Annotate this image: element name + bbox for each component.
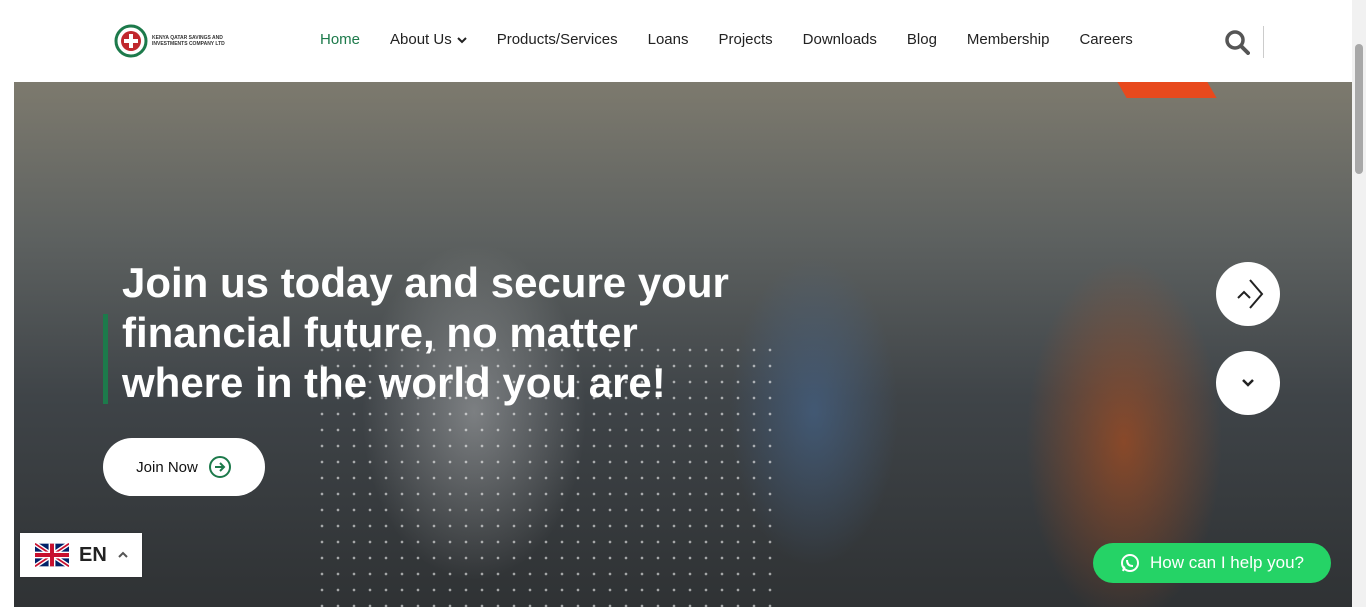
language-code: EN <box>79 543 107 566</box>
nav-membership[interactable]: Membership <box>967 31 1050 48</box>
search-icon[interactable] <box>1224 29 1250 55</box>
whatsapp-icon <box>1120 554 1139 572</box>
slider-next-button[interactable] <box>1216 351 1280 415</box>
chevron-down-icon <box>1242 379 1254 387</box>
chevron-up-icon <box>118 551 128 558</box>
nav-products-services[interactable]: Products/Services <box>497 31 618 48</box>
nav-about-us[interactable]: About Us <box>390 31 467 48</box>
nav-loans[interactable]: Loans <box>648 31 689 48</box>
nav-about-label: About Us <box>390 31 452 48</box>
site-header: Kenya Qatar Savings and Investments Comp… <box>0 0 1366 82</box>
whatsapp-chat-button[interactable]: How can I help you? <box>1093 543 1331 583</box>
uk-flag-icon <box>35 543 69 567</box>
slider-prev-button[interactable] <box>1216 262 1280 326</box>
logo-emblem-icon <box>114 24 148 58</box>
hero-banner: Join us today and secure your financial … <box>14 82 1352 607</box>
hero-title: Join us today and secure your financial … <box>122 259 729 406</box>
nav-blog[interactable]: Blog <box>907 31 937 48</box>
nav-downloads[interactable]: Downloads <box>803 31 877 48</box>
logo[interactable]: Kenya Qatar Savings and Investments Comp… <box>114 24 230 58</box>
page-scrollbar[interactable] <box>1352 0 1366 607</box>
chevron-down-icon <box>457 36 467 43</box>
language-switcher[interactable]: EN <box>20 533 142 577</box>
header-divider <box>1263 26 1264 58</box>
join-now-label: Join Now <box>136 458 198 476</box>
nav-home[interactable]: Home <box>320 31 360 48</box>
main-nav: Home About Us Products/Services Loans Pr… <box>320 31 1133 48</box>
join-now-button[interactable]: Join Now <box>103 438 265 496</box>
hero-accent-bar <box>103 314 108 404</box>
chevron-up-icon <box>1237 279 1264 309</box>
logo-text: Kenya Qatar Savings and Investments Comp… <box>152 35 225 47</box>
decorative-orange-shape <box>1117 82 1217 98</box>
arrow-right-circle-icon <box>208 456 231 478</box>
scrollbar-thumb[interactable] <box>1355 44 1363 174</box>
nav-careers[interactable]: Careers <box>1079 31 1132 48</box>
nav-projects[interactable]: Projects <box>718 31 772 48</box>
whatsapp-label: How can I help you? <box>1149 553 1305 572</box>
